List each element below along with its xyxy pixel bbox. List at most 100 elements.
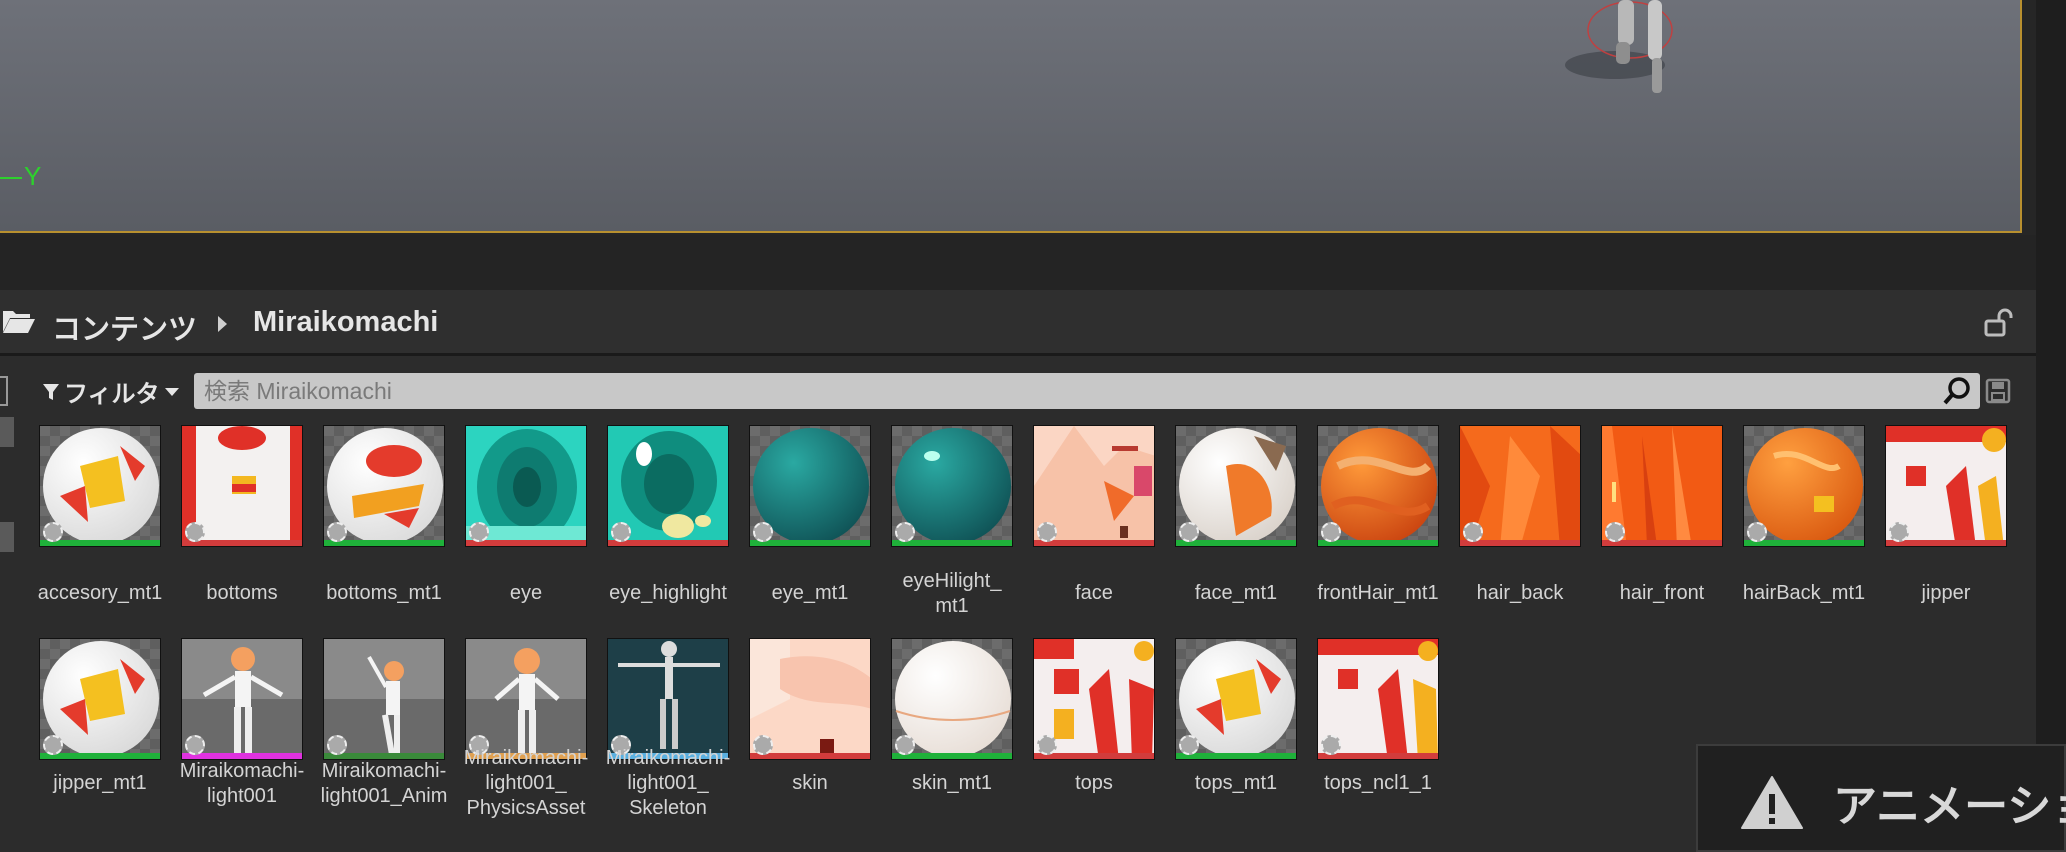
asset-name-line: jipper (1921, 582, 1971, 604)
asset-name-line: tops (1075, 772, 1113, 794)
asset-name: bottoms_mt1 (313, 581, 455, 606)
asset-name-line: Miraikomachi- (179, 759, 305, 782)
sources-scroll-marker (0, 522, 14, 552)
asset-name-line: hairBack_mt1 (1742, 582, 1866, 604)
asset-thumbnail[interactable] (1743, 425, 1865, 547)
source-control-icon (753, 522, 773, 542)
unlock-icon[interactable] (1983, 308, 2013, 338)
asset-type-color-bar (1318, 540, 1438, 546)
asset-type-color-bar (40, 540, 160, 546)
asset-thumbnail[interactable] (1459, 425, 1581, 547)
asset-thumbnail[interactable] (465, 425, 587, 547)
asset-name: frontHair_mt1 (1307, 581, 1449, 606)
asset-thumbnail[interactable] (1033, 638, 1155, 760)
asset-type-color-bar (324, 540, 444, 546)
asset-name-line: Miraikomachi- (605, 747, 731, 769)
asset-name: tops_ncl1_1 (1307, 771, 1449, 796)
source-control-icon (1605, 522, 1625, 542)
filter-label: フィルタ (64, 381, 160, 408)
asset-name-line: bottoms_mt1 (326, 582, 442, 604)
asset-thumbnail[interactable] (1033, 425, 1155, 547)
asset-name-line: light001_Anim (320, 784, 448, 807)
asset-name-line: face_mt1 (1194, 582, 1278, 604)
asset-thumbnail[interactable] (181, 638, 303, 760)
asset-thumbnail[interactable] (39, 638, 161, 760)
asset-name: skin_mt1 (881, 771, 1023, 796)
asset-name-line: skin_mt1 (911, 772, 993, 794)
axis-indicator: Y (0, 161, 41, 192)
asset-name: Miraikomachi-light001_ Skeleton (597, 746, 739, 821)
source-control-icon (469, 522, 489, 542)
asset-type-color-bar (1034, 540, 1154, 546)
sources-scroll-marker (0, 417, 14, 447)
asset-name: eyeHilight_ mt1 (881, 569, 1023, 619)
source-control-icon (1037, 735, 1057, 755)
asset-type-color-bar (466, 540, 586, 546)
asset-name-line: eye_highlight (609, 582, 727, 604)
source-control-icon (895, 522, 915, 542)
search-input[interactable] (194, 373, 1914, 409)
breadcrumb-arrow-icon[interactable] (218, 316, 227, 332)
asset-thumbnail[interactable] (1175, 638, 1297, 760)
asset-name-line: hair_front (1619, 582, 1705, 604)
asset-name-line: bottoms (206, 582, 278, 604)
notification-toast[interactable]: アニメーショ (1696, 744, 2066, 852)
sources-toggle[interactable] (0, 376, 8, 406)
asset-thumbnail[interactable] (1885, 425, 2007, 547)
asset-thumbnail[interactable] (891, 425, 1013, 547)
breadcrumb-current[interactable]: Miraikomachi (253, 306, 438, 339)
asset-type-color-bar (1886, 540, 2006, 546)
asset-thumbnail[interactable] (891, 638, 1013, 760)
breadcrumb-root[interactable]: コンテンツ (52, 306, 197, 348)
asset-thumbnail[interactable] (749, 425, 871, 547)
asset-thumbnail[interactable] (465, 638, 587, 760)
asset-thumbnail[interactable] (323, 425, 445, 547)
asset-type-color-bar (892, 753, 1012, 759)
asset-name: skin (739, 771, 881, 796)
asset-name-line: tops_ncl1_1 (1324, 772, 1432, 794)
asset-name: Miraikomachi-light001_Anim (313, 759, 455, 809)
asset-thumbnail[interactable] (1601, 425, 1723, 547)
source-control-icon (43, 735, 63, 755)
asset-name-line: light001_ (485, 772, 567, 794)
search-box (194, 373, 1980, 409)
asset-thumbnail[interactable] (39, 425, 161, 547)
asset-name-line: face (1075, 582, 1113, 604)
asset-name: bottoms (171, 581, 313, 606)
funnel-icon (43, 383, 59, 400)
source-control-icon (611, 522, 631, 542)
asset-thumbnail[interactable] (323, 638, 445, 760)
asset-name: accesory_mt1 (29, 581, 171, 606)
level-viewport[interactable]: Y (0, 0, 2022, 233)
path-bar: コンテンツ Miraikomachi (0, 290, 2036, 356)
asset-thumbnail[interactable] (1317, 638, 1439, 760)
search-icon[interactable] (1942, 376, 1972, 406)
asset-name: tops_mt1 (1165, 771, 1307, 796)
asset-name-line: tops_mt1 (1194, 772, 1278, 794)
source-control-icon (753, 735, 773, 755)
asset-name: hairBack_mt1 (1733, 581, 1875, 606)
asset-name: jipper_mt1 (29, 771, 171, 796)
asset-thumbnail[interactable] (181, 425, 303, 547)
asset-thumbnail[interactable] (1175, 425, 1297, 547)
asset-name-line: mt1 (935, 594, 969, 617)
asset-type-color-bar (750, 753, 870, 759)
asset-name: face_mt1 (1165, 581, 1307, 606)
asset-type-color-bar (1602, 540, 1722, 546)
asset-type-color-bar (892, 540, 1012, 546)
asset-thumbnail[interactable] (1317, 425, 1439, 547)
filter-button[interactable]: フィルタ (42, 374, 180, 409)
asset-type-color-bar (1460, 540, 1580, 546)
asset-name-line: frontHair_mt1 (1317, 582, 1439, 604)
folder-open-icon[interactable] (2, 308, 36, 334)
warning-icon (1741, 776, 1803, 829)
asset-type-color-bar (750, 540, 870, 546)
source-control-icon (1179, 735, 1199, 755)
save-icon[interactable] (1985, 378, 2011, 404)
asset-thumbnail[interactable] (749, 638, 871, 760)
asset-thumbnail[interactable] (607, 425, 729, 547)
asset-thumbnail[interactable] (607, 638, 729, 760)
asset-name-line: Miraikomachi- (321, 759, 447, 782)
source-control-icon (1321, 522, 1341, 542)
asset-name-line: eyeHilight_ (902, 569, 1002, 592)
